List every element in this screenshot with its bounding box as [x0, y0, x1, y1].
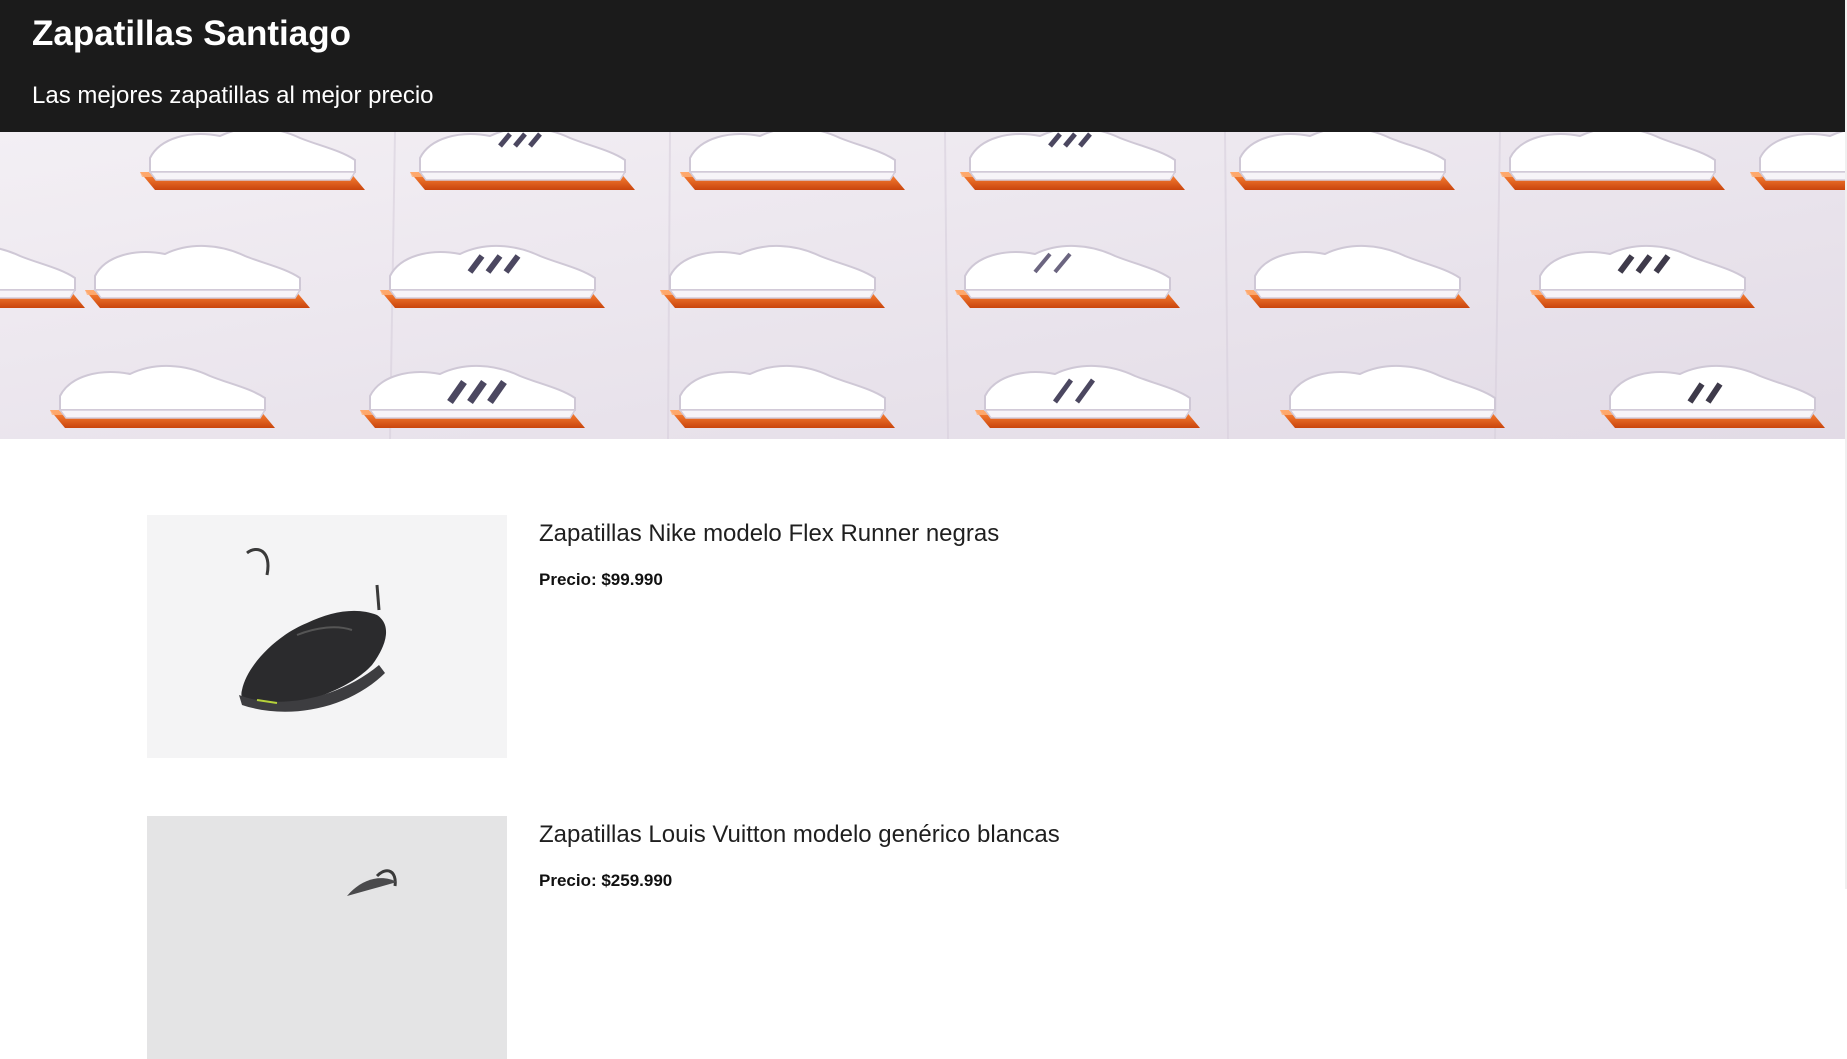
sneaker-wall-photo [0, 132, 1847, 439]
grey-sneaker-photo [147, 816, 507, 1059]
product-image [147, 816, 507, 1059]
hero-banner [0, 132, 1847, 439]
product-price: Precio: $99.990 [539, 570, 663, 589]
product-price: Precio: $259.990 [539, 871, 673, 890]
product-name: Zapatillas Nike modelo Flex Runner negra… [539, 520, 1000, 547]
site-header: Zapatillas Santiago Las mejores zapatill… [0, 0, 1847, 132]
site-title: Zapatillas Santiago [32, 14, 351, 53]
site-tagline: Las mejores zapatillas al mejor precio [32, 82, 434, 109]
black-nike-sneaker-photo [147, 515, 507, 758]
product-name: Zapatillas Louis Vuitton modelo genérico… [539, 821, 1060, 848]
product-image [147, 515, 507, 758]
